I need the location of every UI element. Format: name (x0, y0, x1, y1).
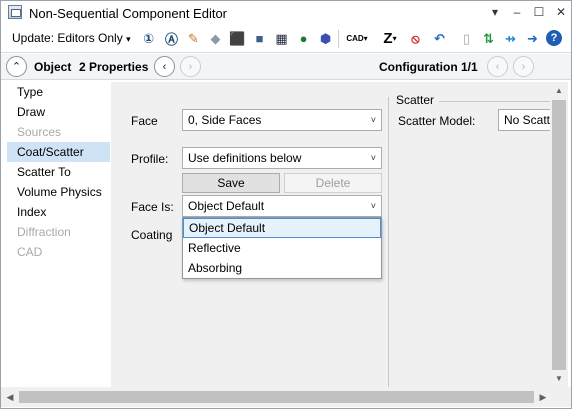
toolbar-separator (338, 30, 339, 48)
cube-icon[interactable]: ■ (251, 30, 268, 47)
category-item-cad: CAD (17, 245, 43, 259)
face-is-dropdown-list: Object Default Reflective Absorbing (182, 217, 382, 279)
face-label: Face (131, 114, 158, 128)
previous-object-button[interactable]: ‹ (154, 56, 175, 77)
hexagon-icon[interactable]: ⬢ (317, 30, 334, 47)
scroll-right-icon[interactable]: ▶ (535, 389, 551, 405)
chevron-down-icon: ˅ (370, 153, 376, 163)
component-editor-window: Non-Sequential Component Editor ▾ – ☐ ✕ … (0, 0, 572, 409)
group-divider (439, 101, 551, 102)
configuration-label: Configuration 1/1 (379, 60, 478, 74)
grid-icon[interactable]: ▦ (273, 30, 290, 47)
category-item-coat-scatter[interactable]: Coat/Scatter (7, 142, 110, 162)
coating-label: Coating (131, 228, 173, 242)
maximize-button[interactable]: ☐ (529, 3, 549, 21)
object-label: Object (34, 60, 72, 74)
chevron-down-icon: ˅ (370, 201, 376, 211)
solid-model-icon[interactable]: ⬛ (229, 30, 246, 47)
option-reflective[interactable]: Reflective (183, 238, 381, 258)
minimize-button[interactable]: – (507, 3, 527, 21)
scatter-model-select[interactable]: No Scatt (498, 109, 558, 131)
collapse-icon[interactable]: ⇸ (502, 30, 519, 47)
face-value: 0, Side Faces (188, 113, 262, 127)
app-icon (8, 5, 22, 19)
arrow-right-icon[interactable]: ➜ (524, 30, 541, 47)
face-is-label: Face Is: (131, 200, 174, 214)
previous-config-button[interactable]: ‹ (487, 56, 508, 77)
vertical-scrollbar[interactable]: ▲ ▼ (550, 82, 568, 387)
shaded-model-icon[interactable]: ◆ (207, 30, 224, 47)
update-mode-label: Update: Editors Only (12, 31, 123, 45)
blank-page-icon[interactable]: ▯ (458, 30, 475, 47)
ray-trace-icon[interactable]: ① (140, 30, 157, 47)
title-bar: Non-Sequential Component Editor ▾ – ☐ ✕ (1, 1, 571, 25)
scatter-group-title: Scatter (396, 93, 438, 107)
scatter-group: Scatter Scatter Model: No Scatt (388, 93, 558, 387)
cad-label: CAD (346, 34, 364, 43)
category-item-volume-physics[interactable]: Volume Physics (7, 182, 110, 202)
analysis-icon[interactable]: Ⓐ (163, 30, 180, 47)
profile-label: Profile: (131, 152, 169, 166)
category-list: Type Draw Sources Coat/Scatter Scatter T… (7, 82, 110, 387)
chevron-down-icon: ▾ (363, 34, 368, 43)
properties-count: 2 Properties (79, 60, 149, 74)
window-menu-button[interactable]: ▾ (485, 3, 505, 21)
option-object-default[interactable]: Object Default (183, 218, 381, 238)
next-config-button[interactable]: › (513, 56, 534, 77)
object-nav-bar: ⌃ Object 2 Properties ‹ › Configuration … (1, 54, 571, 80)
category-item-type[interactable]: Type (7, 82, 110, 102)
next-object-button[interactable]: › (180, 56, 201, 77)
undo-arrow-icon[interactable]: ↶ (431, 30, 448, 47)
profile-value: Use definitions below (188, 151, 302, 165)
chevron-down-icon: ▾ (126, 34, 131, 44)
face-is-select[interactable]: Object Default ˅ (182, 195, 382, 217)
scatter-model-label: Scatter Model: (398, 114, 476, 128)
cad-dropdown[interactable]: CAD ▾ (344, 30, 370, 47)
category-item-index[interactable]: Index (7, 202, 110, 222)
face-select[interactable]: 0, Side Faces ˅ (182, 109, 382, 131)
category-item-sources: Sources (17, 125, 62, 139)
vertical-scroll-thumb[interactable] (552, 100, 566, 370)
z-dropdown[interactable]: Z ▾ (378, 30, 402, 47)
close-button[interactable]: ✕ (551, 3, 571, 21)
toolbar: Update: Editors Only ▾ ① Ⓐ ✎ ◆ ⬛ ■ ▦ ● ⬢… (1, 25, 571, 53)
delete-button[interactable]: Delete (284, 173, 382, 193)
scroll-up-icon[interactable]: ▲ (550, 83, 568, 99)
face-is-value: Object Default (188, 199, 265, 213)
category-item-scatter-to[interactable]: Scatter To (7, 162, 110, 182)
window-title: Non-Sequential Component Editor (29, 6, 228, 21)
scroll-down-icon[interactable]: ▼ (550, 371, 568, 387)
z-label: Z (383, 30, 393, 47)
swap-icon[interactable]: ⇅ (480, 30, 497, 47)
horizontal-scrollbar[interactable]: ◀ ▶ (1, 387, 571, 407)
save-button[interactable]: Save (182, 173, 280, 193)
stop-icon[interactable]: ⦸ (407, 30, 424, 47)
profile-select[interactable]: Use definitions below ˅ (182, 147, 382, 169)
lens-icon[interactable]: ● (295, 30, 312, 47)
category-item-draw[interactable]: Draw (7, 102, 110, 122)
help-icon[interactable]: ? (546, 30, 562, 46)
collapse-toggle-button[interactable]: ⌃ (6, 56, 27, 77)
scatter-model-value: No Scatt (504, 113, 551, 127)
horizontal-scroll-thumb[interactable] (19, 391, 534, 403)
category-item-diffraction: Diffraction (17, 225, 71, 239)
layout-icon[interactable]: ✎ (185, 30, 202, 47)
scroll-left-icon[interactable]: ◀ (2, 389, 18, 405)
chevron-down-icon: ▾ (392, 34, 397, 43)
update-mode-dropdown[interactable]: Update: Editors Only ▾ (12, 31, 131, 45)
option-absorbing[interactable]: Absorbing (183, 258, 381, 278)
chevron-down-icon: ˅ (370, 115, 376, 125)
